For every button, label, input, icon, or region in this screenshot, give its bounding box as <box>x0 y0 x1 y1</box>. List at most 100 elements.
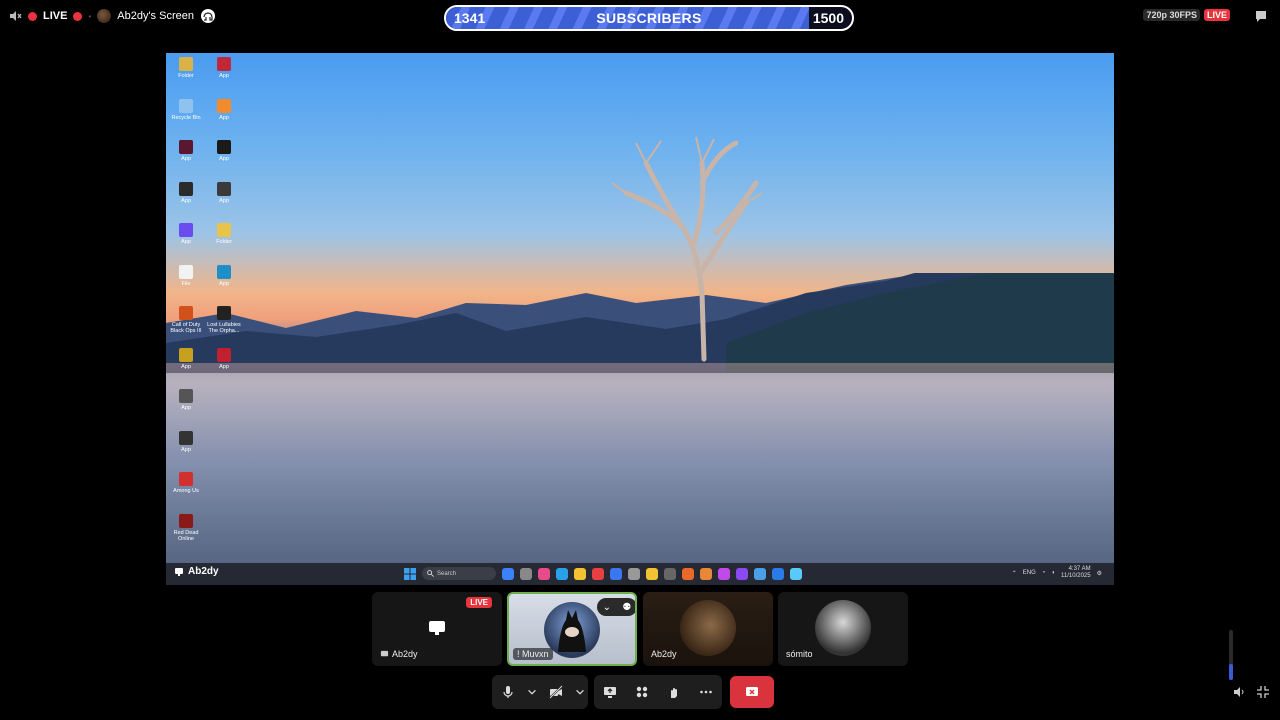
taskbar-app-icon[interactable] <box>502 567 514 580</box>
taskbar-app-icon[interactable] <box>592 567 604 580</box>
desktop-icon[interactable]: App <box>206 140 242 162</box>
volume-meter[interactable] <box>1229 630 1233 680</box>
taskbar-app-icon[interactable] <box>646 567 658 580</box>
tile-name: Ab2dy <box>380 649 418 659</box>
desktop-icon[interactable]: App <box>206 57 242 79</box>
chat-icon[interactable] <box>1254 9 1268 23</box>
participant-tile-muvxn[interactable]: ⌄ ⚉ ! Muvxn <box>507 592 637 666</box>
desktop-icon[interactable]: App <box>206 347 242 370</box>
desktop-icon-label: App <box>219 114 229 121</box>
desktop-icon[interactable]: App <box>168 347 204 370</box>
taskbar-app-icon[interactable] <box>700 567 712 580</box>
taskbar-app-icon[interactable] <box>556 567 568 580</box>
speaker-muted-icon[interactable] <box>8 9 22 23</box>
activities-button[interactable] <box>629 679 655 705</box>
app-icon <box>217 264 231 279</box>
tray-clock[interactable]: 4:37 AM 11/10/2025 <box>1061 566 1091 580</box>
desktop-icon-label: Folder <box>178 73 194 79</box>
desktop-icon[interactable]: File <box>168 264 204 287</box>
desktop-icon[interactable]: App <box>206 98 242 121</box>
more-button[interactable] <box>693 679 719 705</box>
quality-badge: 720p 30FPS <box>1143 9 1200 21</box>
mic-button[interactable] <box>495 679 521 705</box>
taskbar-app-icon[interactable] <box>664 567 676 580</box>
tray-lang[interactable]: ENG <box>1023 570 1036 576</box>
share-screen-button[interactable] <box>597 679 623 705</box>
app-icon <box>179 181 193 196</box>
desktop-icon-label: Lost Lullabies The Orpha... <box>207 322 241 334</box>
desktop-icon[interactable]: App <box>206 264 242 287</box>
desktop-icon[interactable]: Lost Lullabies The Orpha... <box>206 306 242 334</box>
desktop-icon[interactable]: Folder <box>206 223 242 245</box>
desktop-icon[interactable]: Among Us <box>168 472 204 494</box>
desktop-icon-label: App <box>181 156 191 162</box>
search-placeholder: Search <box>437 570 457 577</box>
separator-icon: • <box>88 11 92 21</box>
screen-share-icon <box>429 621 445 635</box>
camera-button[interactable] <box>543 679 569 705</box>
mic-options-button[interactable] <box>526 679 538 705</box>
app-icon <box>179 472 193 486</box>
desktop-icon[interactable]: Folder <box>168 57 204 79</box>
volume-icon[interactable] <box>1232 685 1246 699</box>
app-icon <box>217 98 231 113</box>
taskbar-app-icon[interactable] <box>520 567 532 580</box>
participant-tile-somito[interactable]: sómito <box>778 592 908 666</box>
activity-controls <box>594 675 722 709</box>
taskbar-app-icon[interactable] <box>628 567 640 580</box>
raise-hand-button[interactable] <box>661 679 687 705</box>
desktop-icon[interactable]: Call of Duty Black Ops III <box>168 306 204 334</box>
tile-controls[interactable]: ⌄ ⚉ <box>597 598 635 616</box>
streamer-avatar <box>97 9 112 23</box>
desktop-icon[interactable]: App <box>206 181 242 204</box>
desktop-icon[interactable]: App <box>168 181 204 204</box>
chevron-down-icon[interactable]: ⌄ <box>603 602 611 613</box>
taskbar-app-icon[interactable] <box>574 567 586 580</box>
participant-tile-ab2dy[interactable]: Ab2dy <box>643 592 773 666</box>
taskbar-app-icon[interactable] <box>790 567 802 580</box>
app-icon <box>217 57 231 71</box>
camera-off-icon <box>548 685 563 699</box>
taskbar-app-icon[interactable] <box>772 567 784 580</box>
taskbar-apps: Search <box>404 567 802 580</box>
add-friend-icon[interactable]: ⚉ <box>622 602 631 613</box>
tray-chevron-icon[interactable]: ⌃ <box>1012 570 1017 577</box>
taskbar-search[interactable]: Search <box>422 567 496 580</box>
taskbar-app-icon[interactable] <box>718 567 730 580</box>
desktop-icon-label: App <box>219 363 229 370</box>
taskbar-app-icon[interactable] <box>754 567 766 580</box>
participant-tile-screen[interactable]: LIVE Ab2dy <box>372 592 502 666</box>
desktop-icon-label: App <box>219 280 229 287</box>
app-icon <box>179 430 193 445</box>
desktop-icon-label: App <box>219 73 229 79</box>
taskbar-app-icon[interactable] <box>610 567 622 580</box>
desktop-icon[interactable]: App <box>168 430 204 453</box>
taskbar-app-icon[interactable] <box>538 567 550 580</box>
desktop-icon-label: App <box>181 197 191 204</box>
wifi-icon[interactable]: ◔ <box>1042 570 1046 576</box>
exit-fullscreen-icon[interactable] <box>1256 685 1270 699</box>
desktop-icon[interactable]: App <box>168 223 204 245</box>
stream-user-overlay: Ab2dy <box>174 566 219 577</box>
subscriber-goal: 1500 <box>812 10 844 26</box>
taskbar-app-icon[interactable] <box>736 567 748 580</box>
stream-status: LIVE • Ab2dy's Screen <box>8 6 216 26</box>
app-icon <box>179 223 193 237</box>
camera-options-button[interactable] <box>574 679 586 705</box>
taskbar-app-icon[interactable] <box>682 567 694 580</box>
tray-time: 4:37 AM <box>1068 566 1091 572</box>
desktop-icon[interactable]: Red Dead Online <box>168 513 204 542</box>
notification-icon[interactable]: ⚙ <box>1097 570 1102 577</box>
desktop-icon[interactable]: App <box>168 389 204 411</box>
live-label: LIVE <box>43 10 68 22</box>
windows-start-icon[interactable] <box>404 567 416 580</box>
system-tray: ⌃ ENG ◔ ◖ 4:37 AM 11/10/2025 ⚙ <box>1012 566 1102 580</box>
desktop-icon-label: Red Dead Online <box>173 529 199 542</box>
app-icon <box>217 223 231 237</box>
leave-call-button[interactable] <box>730 676 774 708</box>
volume-icon[interactable]: ◖ <box>1051 570 1055 576</box>
shared-screen[interactable]: Folder App Recycle Bin App App App App App App Fo… <box>166 53 1114 585</box>
desktop-icon[interactable]: App <box>168 140 204 162</box>
search-icon <box>427 570 434 577</box>
desktop-icon[interactable]: Recycle Bin <box>168 98 204 121</box>
